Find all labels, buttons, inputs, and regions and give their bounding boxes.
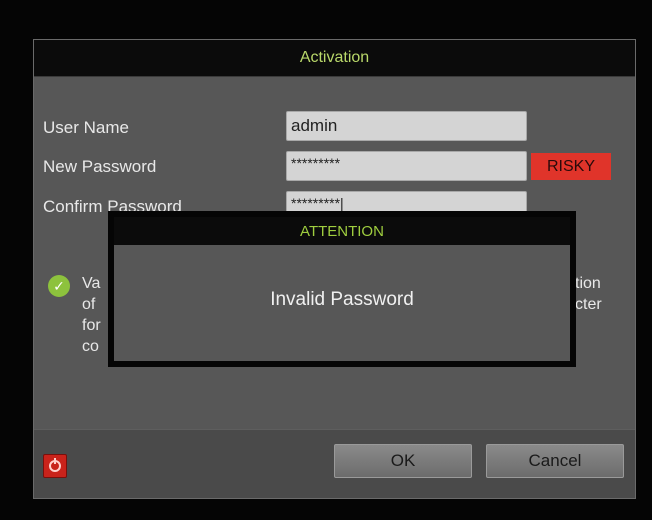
ok-button[interactable]: OK (334, 444, 472, 478)
check-circle-icon[interactable]: ✓ (48, 275, 70, 297)
note-fragment-6: cter (575, 296, 602, 313)
note-fragment-3: for (82, 317, 101, 334)
password-strength-badge: RISKY (531, 153, 611, 180)
note-fragment-2: of (82, 296, 96, 313)
power-button[interactable] (43, 454, 67, 478)
power-icon (49, 458, 61, 472)
new-password-label: New Password (43, 157, 157, 176)
attention-title: ATTENTION (300, 223, 384, 240)
user-name-label: User Name (43, 118, 129, 137)
attention-body: ATTENTION Invalid Password (114, 217, 570, 361)
dialog-footer: OK Cancel (34, 429, 635, 498)
attention-titlebar: ATTENTION (114, 217, 570, 245)
new-password-field[interactable]: ********* (286, 151, 527, 181)
note-fragment-5: tion (575, 275, 601, 292)
dialog-title: Activation (299, 49, 370, 66)
cancel-button[interactable]: Cancel (486, 444, 624, 478)
dialog-titlebar: Activation (34, 40, 635, 77)
attention-message: Invalid Password (270, 289, 414, 310)
note-fragment-4: co (82, 338, 99, 355)
note-fragment-1: Va (82, 275, 101, 292)
attention-popup: ATTENTION Invalid Password (108, 211, 576, 367)
user-name-field[interactable]: admin (286, 111, 527, 141)
